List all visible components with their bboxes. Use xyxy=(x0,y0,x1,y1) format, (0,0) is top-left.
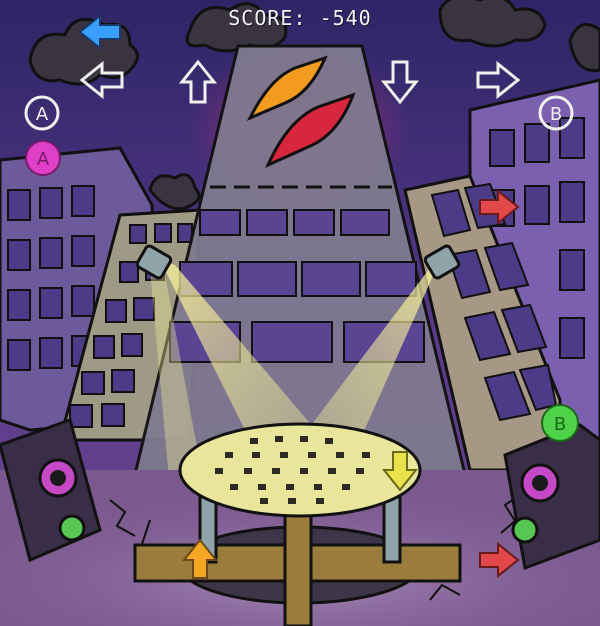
button-a-label: A xyxy=(36,104,49,125)
button-a-active[interactable]: A xyxy=(25,140,61,176)
button-b-label: B xyxy=(550,104,562,125)
game-scene: A B A B xyxy=(0,0,600,626)
button-b-active[interactable]: B xyxy=(541,404,579,442)
button-b-active-label: B xyxy=(554,414,566,435)
score-value: -540 xyxy=(319,6,372,30)
score-label: SCORE: xyxy=(228,6,307,30)
score-display: SCORE: -540 xyxy=(0,6,600,30)
button-a-active-label: A xyxy=(37,149,50,170)
